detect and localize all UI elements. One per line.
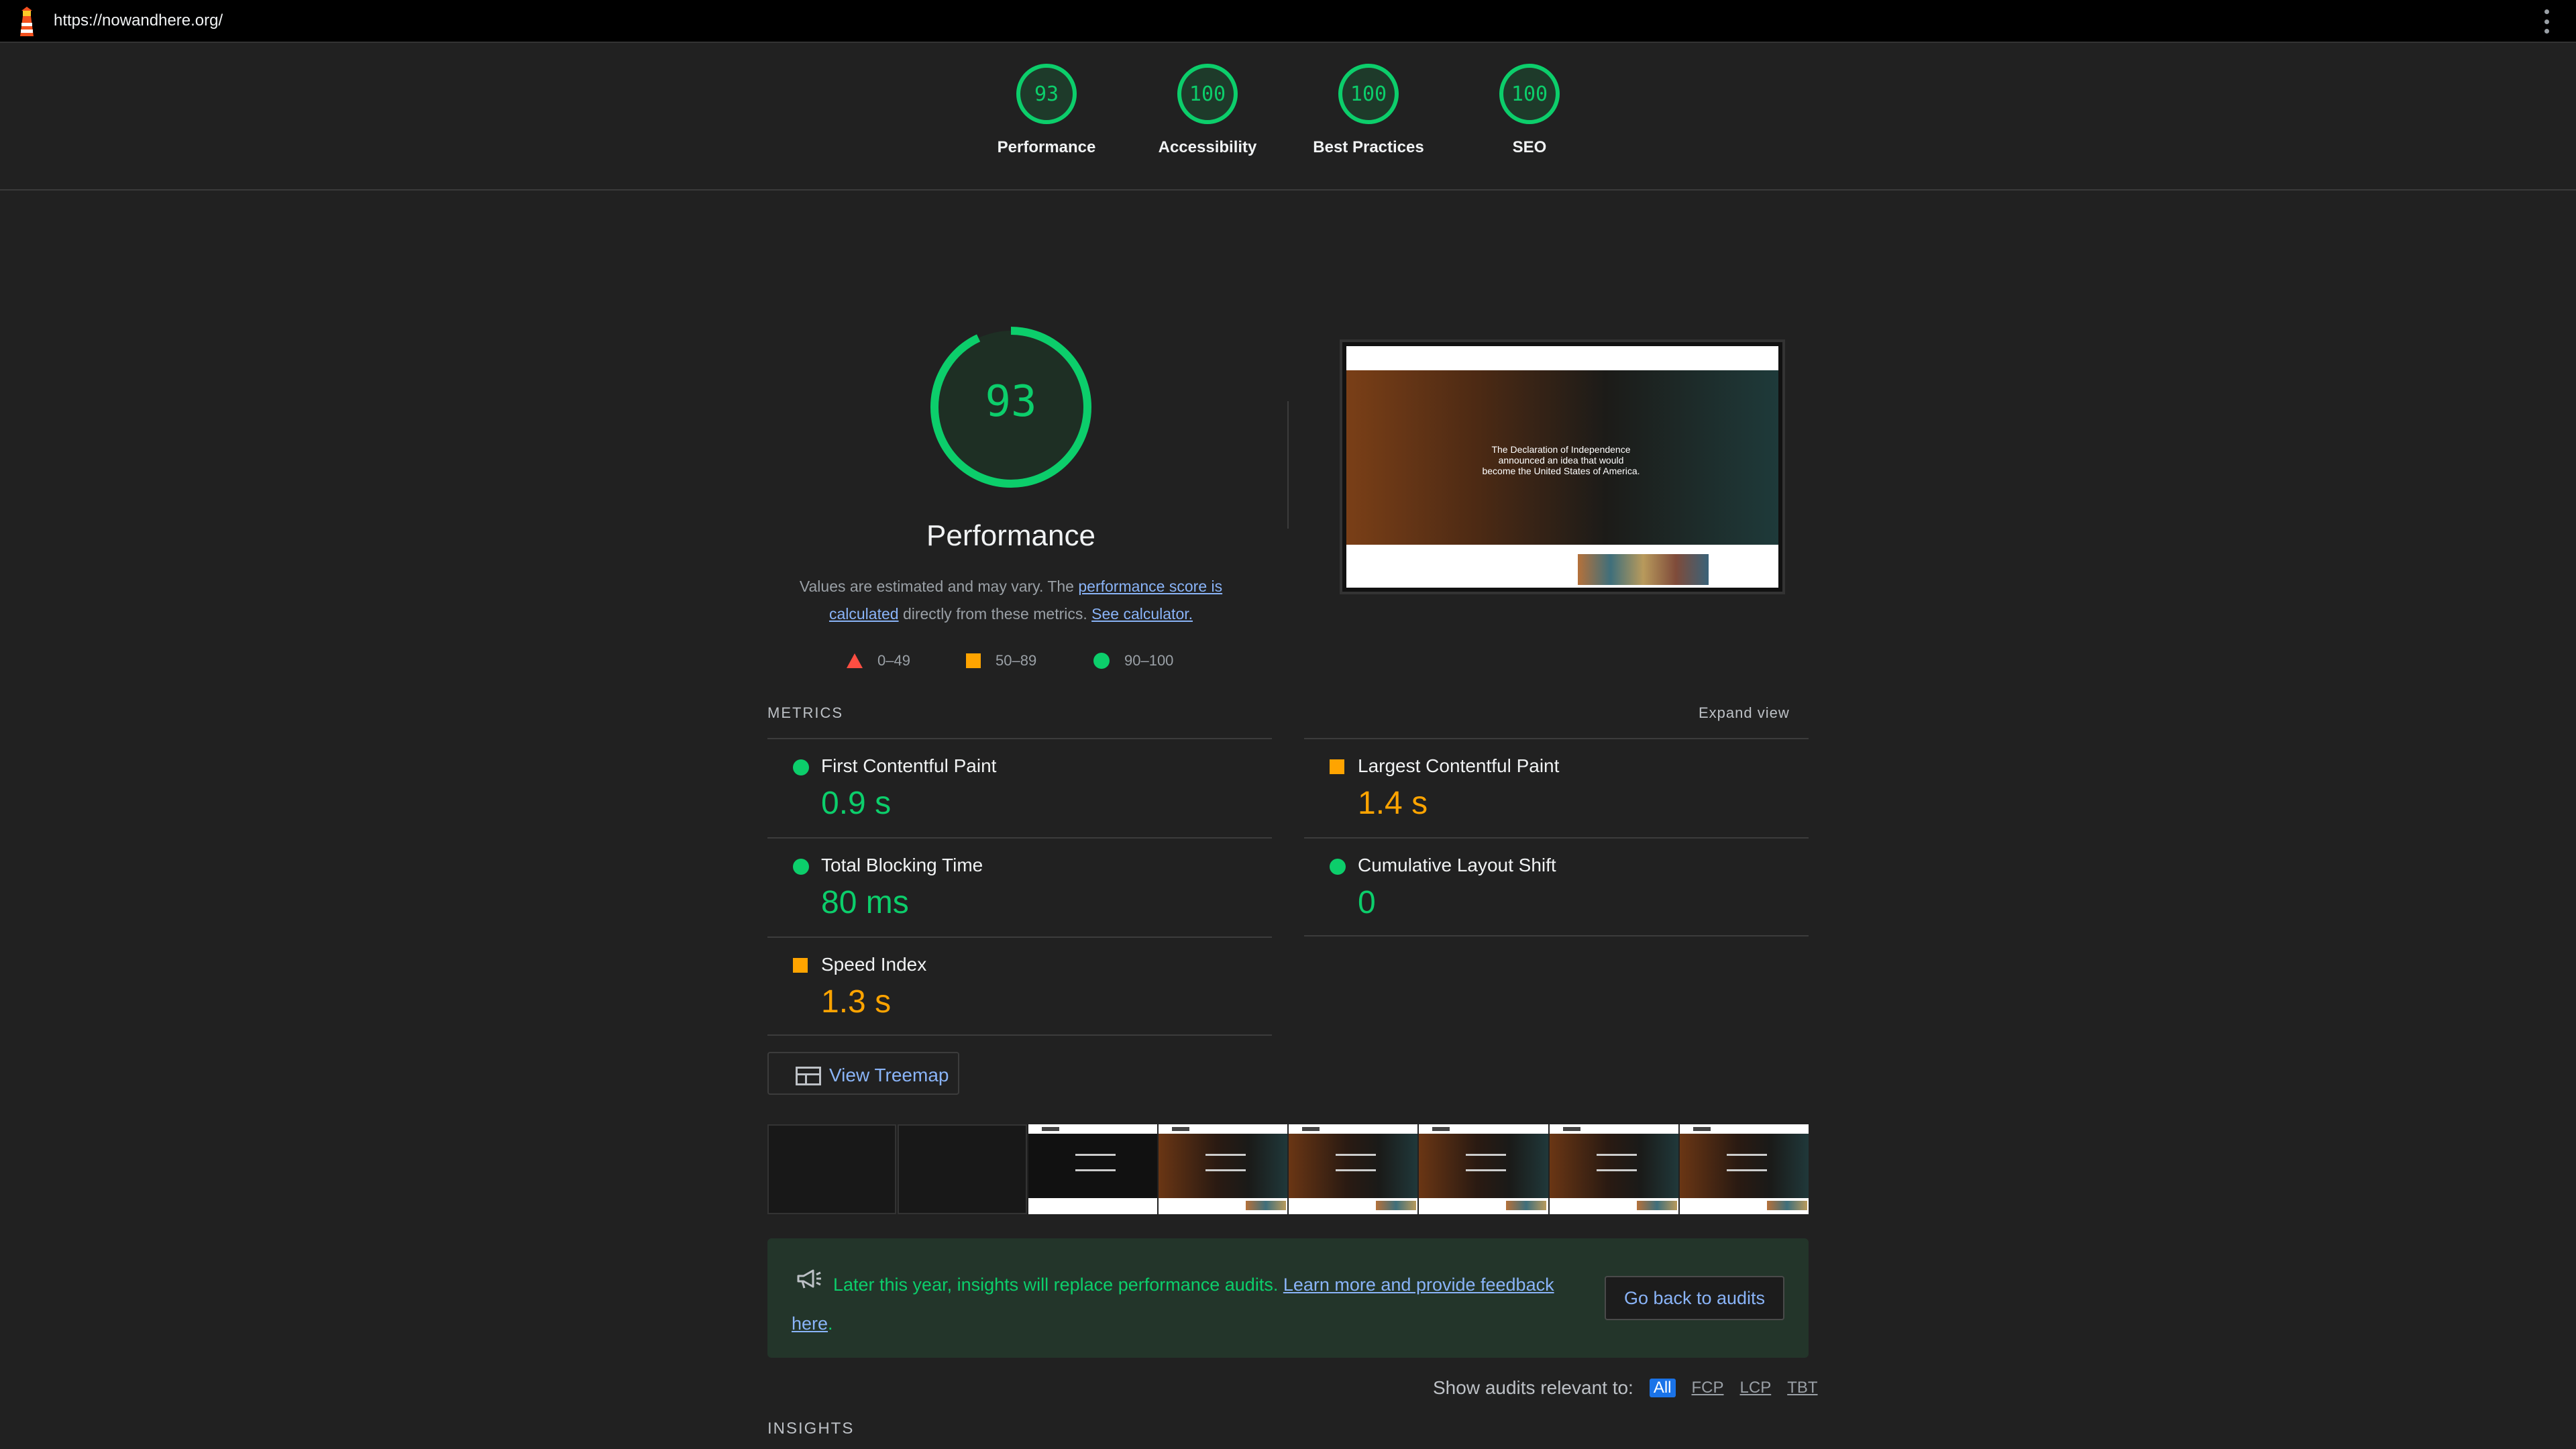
screenshot-hero-text: The Declaration of Independence announce… bbox=[1482, 444, 1640, 476]
triangle-icon bbox=[847, 653, 863, 668]
insights-banner: Later this year, insights will replace p… bbox=[767, 1238, 1809, 1358]
metric-cls: Cumulative Layout Shift 0 bbox=[1304, 837, 1809, 936]
score-value: 100 bbox=[1350, 83, 1387, 106]
score-label: Best Practices bbox=[1313, 138, 1424, 156]
metric-value: 0 bbox=[1358, 885, 1376, 920]
metric-name: First Contentful Paint bbox=[821, 755, 997, 776]
score-legend: 0–49 50–89 90–100 bbox=[844, 652, 1193, 675]
filmstrip-frame bbox=[1549, 1124, 1678, 1214]
score-label: Performance bbox=[997, 138, 1096, 156]
filter-all[interactable]: All bbox=[1649, 1379, 1676, 1397]
go-back-to-audits-button[interactable]: Go back to audits bbox=[1605, 1276, 1784, 1320]
metric-tbt: Total Blocking Time 80 ms bbox=[767, 837, 1272, 936]
metric-lcp: Largest Contentful Paint 1.4 s bbox=[1304, 738, 1809, 837]
lighthouse-logo-icon bbox=[20, 7, 34, 36]
performance-gauge: 93 bbox=[927, 323, 1095, 491]
metric-value: 1.3 s bbox=[821, 984, 892, 1020]
score-gauge-best-practices[interactable]: 100 Best Practices bbox=[1288, 62, 1449, 182]
final-screenshot[interactable]: The Declaration of Independence announce… bbox=[1340, 339, 1785, 594]
expand-view-toggle[interactable]: Expand view bbox=[1699, 704, 1790, 722]
legend-average: 50–89 bbox=[966, 652, 1036, 669]
metric-name: Cumulative Layout Shift bbox=[1358, 855, 1556, 875]
filter-fcp[interactable]: FCP bbox=[1692, 1379, 1724, 1397]
metric-name: Speed Index bbox=[821, 954, 927, 975]
score-gauge-accessibility[interactable]: 100 Accessibility bbox=[1127, 62, 1288, 182]
filmstrip-frame bbox=[1679, 1124, 1809, 1214]
banner-message: Later this year, insights will replace p… bbox=[792, 1275, 1554, 1334]
metric-value: 80 ms bbox=[821, 885, 909, 920]
page-url: https://nowandhere.org/ bbox=[54, 11, 223, 30]
performance-title: Performance bbox=[926, 519, 1095, 552]
score-gauge-performance[interactable]: 93 Performance bbox=[966, 62, 1127, 182]
filmstrip-frame bbox=[767, 1124, 897, 1214]
legend-poor: 0–49 bbox=[847, 652, 910, 669]
filmstrip-frame bbox=[898, 1124, 1027, 1214]
filmstrip-frame bbox=[1158, 1124, 1288, 1214]
legend-good: 90–100 bbox=[1093, 652, 1173, 669]
metrics-heading: METRICS bbox=[767, 704, 843, 721]
filter-lcp[interactable]: LCP bbox=[1740, 1379, 1772, 1397]
insights-heading: INSIGHTS bbox=[767, 1419, 855, 1438]
see-calculator-link[interactable]: See calculator. bbox=[1091, 605, 1193, 623]
treemap-icon bbox=[796, 1067, 821, 1085]
square-icon bbox=[966, 653, 981, 668]
metric-value: 0.9 s bbox=[821, 786, 892, 821]
filmstrip bbox=[767, 1124, 1809, 1214]
metric-speed-index: Speed Index 1.3 s bbox=[767, 936, 1272, 1036]
score-gauge-seo[interactable]: 100 SEO bbox=[1449, 62, 1610, 182]
metric-fcp: First Contentful Paint 0.9 s bbox=[767, 738, 1272, 837]
metric-name: Total Blocking Time bbox=[821, 855, 983, 875]
filter-label: Show audits relevant to: bbox=[1433, 1377, 1633, 1398]
score-value: 100 bbox=[1511, 83, 1548, 106]
metric-value: 1.4 s bbox=[1358, 786, 1428, 821]
filter-tbt[interactable]: TBT bbox=[1787, 1379, 1817, 1397]
average-square-icon bbox=[793, 958, 808, 973]
score-label: Accessibility bbox=[1158, 138, 1257, 156]
good-circle-icon bbox=[1330, 859, 1346, 875]
view-treemap-button[interactable]: View Treemap bbox=[767, 1052, 959, 1095]
more-menu-icon[interactable] bbox=[2544, 9, 2549, 34]
score-value: 100 bbox=[1189, 83, 1226, 106]
metric-name: Largest Contentful Paint bbox=[1358, 755, 1560, 776]
average-square-icon bbox=[1330, 759, 1344, 774]
divider bbox=[767, 1034, 1272, 1036]
good-circle-icon bbox=[793, 859, 809, 875]
circle-icon bbox=[1093, 653, 1110, 669]
score-summary: 93 Performance 100 Accessibility 100 Bes… bbox=[0, 44, 2576, 191]
audit-filter: Show audits relevant to: All FCP LCP TBT bbox=[1433, 1377, 1834, 1399]
performance-description: Values are estimated and may vary. The p… bbox=[799, 578, 1223, 623]
performance-score: 93 bbox=[985, 377, 1037, 427]
divider bbox=[1287, 401, 1289, 529]
score-label: SEO bbox=[1512, 138, 1547, 156]
top-bar: https://nowandhere.org/ bbox=[0, 0, 2576, 43]
score-value: 93 bbox=[1034, 83, 1059, 106]
filmstrip-frame bbox=[1028, 1124, 1157, 1214]
good-circle-icon bbox=[793, 759, 809, 775]
filmstrip-frame bbox=[1289, 1124, 1418, 1214]
filmstrip-frame bbox=[1419, 1124, 1548, 1214]
divider bbox=[1304, 935, 1809, 936]
